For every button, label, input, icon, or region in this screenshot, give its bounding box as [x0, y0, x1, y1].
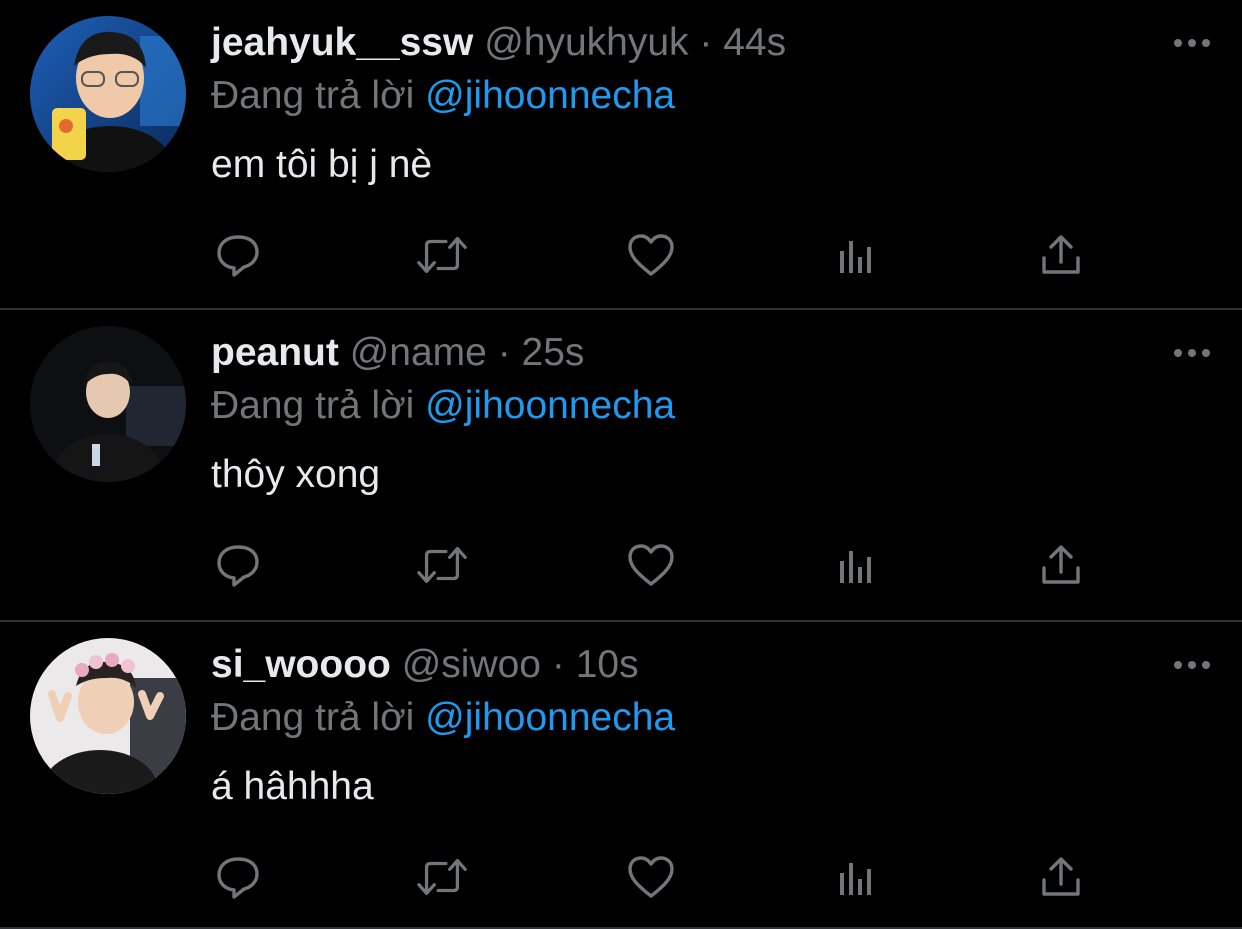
tweet-header: si_woooo @siwoo · 10s [211, 640, 639, 690]
mention-link[interactable]: @jihoonnecha [425, 74, 675, 117]
user-handle[interactable]: @siwoo [402, 643, 541, 686]
tweet-header: jeahyuk__ssw @hyukhyuk · 44s [211, 18, 786, 68]
tweet-actions [211, 228, 1091, 282]
tweet[interactable]: peanut @name · 25s Đang trả lời @jihoonn… [0, 310, 1242, 622]
reply-button[interactable] [211, 538, 265, 592]
like-icon [628, 234, 674, 276]
avatar[interactable] [30, 16, 186, 172]
replying-to: Đang trả lời @jihoonnecha [211, 694, 675, 742]
analytics-button[interactable] [829, 228, 883, 282]
retweet-icon [417, 546, 467, 584]
share-icon [1042, 545, 1080, 584]
more-options-icon [1174, 39, 1210, 47]
display-name[interactable]: si_woooo [211, 643, 391, 686]
more-options-icon [1174, 349, 1210, 357]
reply-icon [217, 235, 259, 277]
tweet-actions [211, 850, 1091, 904]
reply-icon [217, 545, 259, 587]
display-name[interactable]: jeahyuk__ssw [211, 21, 473, 64]
separator-dot: · [551, 643, 565, 686]
replying-to: Đang trả lời @jihoonnecha [211, 382, 675, 430]
share-icon [1042, 857, 1080, 896]
retweet-button[interactable] [415, 228, 469, 282]
reply-button[interactable] [211, 850, 265, 904]
tweet[interactable]: si_woooo @siwoo · 10s Đang trả lời @jiho… [0, 622, 1242, 929]
reply-button[interactable] [211, 228, 265, 282]
analytics-icon [840, 241, 871, 273]
like-button[interactable] [624, 850, 678, 904]
analytics-icon [840, 551, 871, 583]
tweet-actions [211, 538, 1091, 592]
avatar[interactable] [30, 638, 186, 794]
more-options-button[interactable] [1172, 650, 1212, 680]
mention-link[interactable]: @jihoonnecha [425, 696, 675, 739]
more-options-icon [1174, 661, 1210, 669]
more-options-button[interactable] [1172, 28, 1212, 58]
reply-prefix: Đang trả lời [211, 384, 415, 427]
share-button[interactable] [1034, 850, 1088, 904]
analytics-button[interactable] [829, 538, 883, 592]
like-button[interactable] [624, 228, 678, 282]
tweet-header: peanut @name · 25s [211, 328, 584, 378]
reply-prefix: Đang trả lời [211, 74, 415, 117]
timestamp[interactable]: 25s [522, 331, 585, 374]
mention-link[interactable]: @jihoonnecha [425, 384, 675, 427]
like-icon [628, 856, 674, 898]
like-icon [628, 544, 674, 586]
user-handle[interactable]: @name [350, 331, 487, 374]
reply-icon [217, 857, 259, 899]
more-options-button[interactable] [1172, 338, 1212, 368]
like-button[interactable] [624, 538, 678, 592]
retweet-icon [417, 858, 467, 896]
separator-dot: · [699, 21, 713, 64]
analytics-icon [840, 863, 871, 895]
user-handle[interactable]: @hyukhyuk [484, 21, 688, 64]
tweet-text: á hâhhha [211, 765, 374, 808]
retweet-button[interactable] [415, 850, 469, 904]
analytics-button[interactable] [829, 850, 883, 904]
replying-to: Đang trả lời @jihoonnecha [211, 72, 675, 120]
retweet-button[interactable] [415, 538, 469, 592]
timeline: jeahyuk__ssw @hyukhyuk · 44s Đang trả lờ… [0, 0, 1242, 929]
display-name[interactable]: peanut [211, 331, 339, 374]
separator-dot: · [497, 331, 511, 374]
share-icon [1042, 235, 1080, 274]
timestamp[interactable]: 10s [576, 643, 639, 686]
reply-prefix: Đang trả lời [211, 696, 415, 739]
avatar[interactable] [30, 326, 186, 482]
share-button[interactable] [1034, 538, 1088, 592]
tweet-text: em tôi bị j nè [211, 143, 433, 186]
share-button[interactable] [1034, 228, 1088, 282]
timestamp[interactable]: 44s [723, 21, 786, 64]
tweet-text: thôy xong [211, 453, 381, 496]
retweet-icon [417, 236, 467, 274]
tweet[interactable]: jeahyuk__ssw @hyukhyuk · 44s Đang trả lờ… [0, 0, 1242, 310]
